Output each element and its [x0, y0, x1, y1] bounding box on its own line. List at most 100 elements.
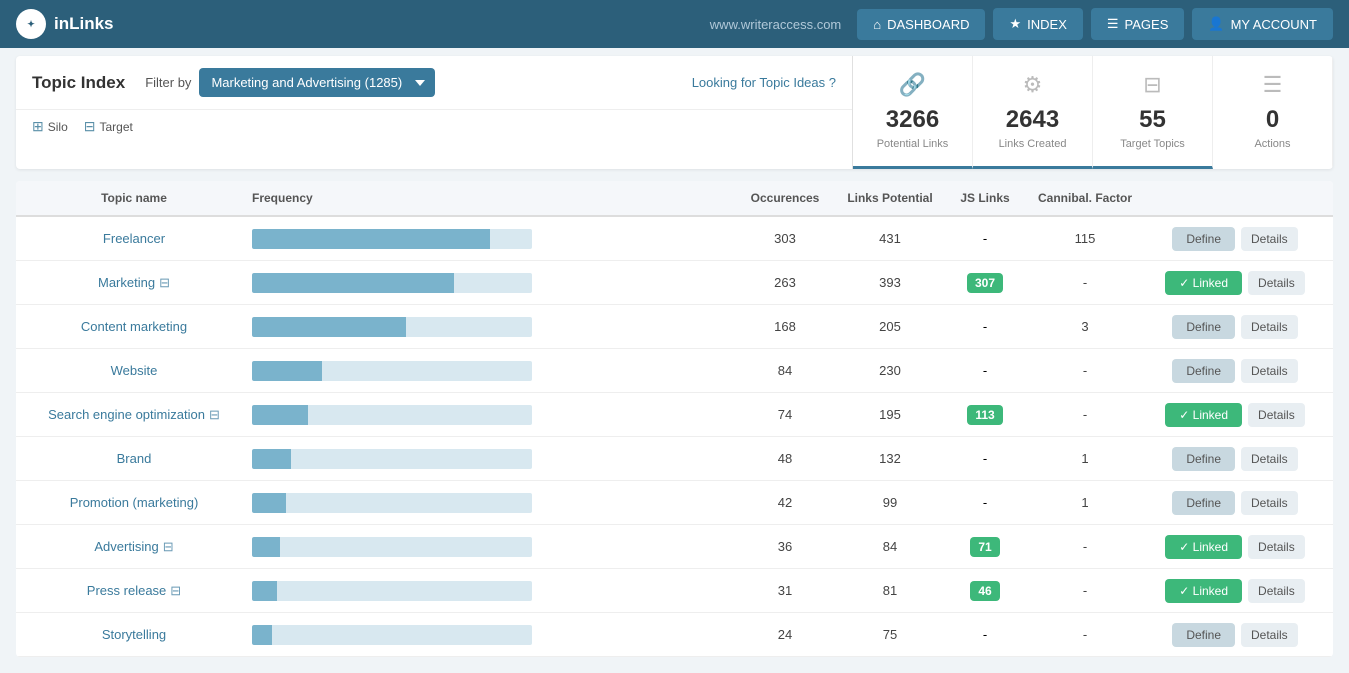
cell-frequency: [244, 405, 735, 425]
define-button[interactable]: Define: [1172, 491, 1235, 515]
topic-link[interactable]: Storytelling: [102, 627, 166, 642]
th-js: JS Links: [945, 191, 1025, 205]
cell-cannibal-factor: -: [1025, 363, 1145, 378]
define-button[interactable]: Define: [1172, 623, 1235, 647]
cell-frequency: [244, 581, 735, 601]
table-row: Content marketing168205-3DefineDetails: [16, 305, 1333, 349]
cell-frequency: [244, 537, 735, 557]
cell-topic-name: Promotion (marketing): [24, 495, 244, 510]
target-legend: ⊟ Target: [84, 118, 133, 135]
cell-actions: DefineDetails: [1145, 491, 1325, 515]
details-button[interactable]: Details: [1241, 315, 1298, 339]
js-links-badge: 113: [967, 405, 1002, 425]
th-topic: Topic name: [24, 191, 244, 205]
cell-cannibal-factor: -: [1025, 275, 1145, 290]
cell-cannibal-factor: -: [1025, 407, 1145, 422]
topic-ideas-link[interactable]: Looking for Topic Ideas ?: [692, 75, 836, 90]
details-button[interactable]: Details: [1241, 447, 1298, 471]
cell-occurrences: 42: [735, 495, 835, 510]
topic-link[interactable]: Website: [111, 363, 158, 378]
details-button[interactable]: Details: [1248, 271, 1305, 295]
target-icon: ⊟: [84, 118, 96, 135]
linked-button[interactable]: ✓ Linked: [1165, 535, 1242, 559]
cell-occurrences: 24: [735, 627, 835, 642]
cell-js-links: -: [945, 627, 1025, 642]
topic-link[interactable]: Search engine optimization: [48, 407, 205, 422]
frequency-bar: [252, 625, 532, 645]
th-actions: [1145, 191, 1325, 205]
cell-topic-name: Marketing ⊟: [24, 275, 244, 291]
js-links-badge: 307: [967, 273, 1003, 293]
linked-button[interactable]: ✓ Linked: [1165, 579, 1242, 603]
cell-frequency: [244, 625, 735, 645]
define-button[interactable]: Define: [1172, 315, 1235, 339]
topic-link[interactable]: Freelancer: [103, 231, 165, 246]
top-nav: ✦ inLinks www.writeraccess.com ⌂ DASHBOA…: [0, 0, 1349, 48]
topic-link[interactable]: Promotion (marketing): [70, 495, 199, 510]
details-button[interactable]: Details: [1241, 227, 1298, 251]
cell-cannibal-factor: 3: [1025, 319, 1145, 334]
potential-links-value: 3266: [865, 106, 960, 134]
table-row: Website84230--DefineDetails: [16, 349, 1333, 393]
cell-links-potential: 84: [835, 539, 945, 554]
cell-topic-name: Press release ⊟: [24, 583, 244, 599]
stats-section: 🔗 3266 Potential Links ⚙ 2643 Links Crea…: [852, 56, 1333, 169]
cell-js-links: -: [945, 363, 1025, 378]
cell-actions: ✓ LinkedDetails: [1145, 403, 1325, 427]
table-body: Freelancer303431-115DefineDetailsMarketi…: [16, 217, 1333, 657]
topic-link[interactable]: Content marketing: [81, 319, 187, 334]
frequency-bar: [252, 493, 532, 513]
topic-link[interactable]: Marketing: [98, 275, 155, 290]
potential-links-label: Potential Links: [865, 138, 960, 150]
details-button[interactable]: Details: [1248, 579, 1305, 603]
cell-cannibal-factor: 1: [1025, 495, 1145, 510]
logo-icon: ✦: [16, 9, 46, 39]
cell-occurrences: 263: [735, 275, 835, 290]
cell-links-potential: 393: [835, 275, 945, 290]
cell-js-links: 307: [945, 273, 1025, 293]
frequency-bar: [252, 317, 532, 337]
cell-topic-name: Advertising ⊟: [24, 539, 244, 555]
silo-icon: ⊞: [32, 118, 44, 135]
details-button[interactable]: Details: [1241, 491, 1298, 515]
linked-button[interactable]: ✓ Linked: [1165, 403, 1242, 427]
logo: ✦ inLinks: [16, 9, 114, 39]
dashboard-button[interactable]: ⌂ DASHBOARD: [857, 9, 985, 40]
cell-occurrences: 303: [735, 231, 835, 246]
topic-link[interactable]: Press release: [87, 583, 166, 598]
data-table: Topic name Frequency Occurences Links Po…: [16, 181, 1333, 657]
cell-frequency: [244, 317, 735, 337]
index-button[interactable]: ★ INDEX: [993, 8, 1082, 40]
topic-link[interactable]: Brand: [117, 451, 152, 466]
site-url: www.writeraccess.com: [710, 17, 841, 32]
define-button[interactable]: Define: [1172, 227, 1235, 251]
details-button[interactable]: Details: [1241, 623, 1298, 647]
cell-js-links: 46: [945, 581, 1025, 601]
frequency-bar: [252, 405, 532, 425]
define-button[interactable]: Define: [1172, 447, 1235, 471]
table-row: Brand48132-1DefineDetails: [16, 437, 1333, 481]
table-row: Promotion (marketing)4299-1DefineDetails: [16, 481, 1333, 525]
actions-value: 0: [1225, 106, 1320, 134]
topic-link[interactable]: Advertising: [94, 539, 158, 554]
filter-dropdown[interactable]: Marketing and Advertising (1285): [199, 68, 435, 97]
cell-topic-name: Brand: [24, 451, 244, 466]
details-button[interactable]: Details: [1241, 359, 1298, 383]
details-button[interactable]: Details: [1248, 403, 1305, 427]
js-links-badge: 71: [970, 537, 999, 557]
pages-button[interactable]: ☰ PAGES: [1091, 8, 1185, 40]
cell-actions: ✓ LinkedDetails: [1145, 271, 1325, 295]
my-account-button[interactable]: 👤 MY ACCOUNT: [1192, 8, 1333, 40]
target-topics-value: 55: [1105, 106, 1200, 134]
cell-actions: ✓ LinkedDetails: [1145, 535, 1325, 559]
link-icon: 🔗: [865, 72, 960, 98]
details-button[interactable]: Details: [1248, 535, 1305, 559]
cell-links-potential: 81: [835, 583, 945, 598]
cell-topic-name: Storytelling: [24, 627, 244, 642]
frequency-bar: [252, 361, 532, 381]
cell-actions: DefineDetails: [1145, 447, 1325, 471]
linked-button[interactable]: ✓ Linked: [1165, 271, 1242, 295]
page-title: Topic Index: [32, 73, 125, 93]
define-button[interactable]: Define: [1172, 359, 1235, 383]
th-occurrences: Occurences: [735, 191, 835, 205]
